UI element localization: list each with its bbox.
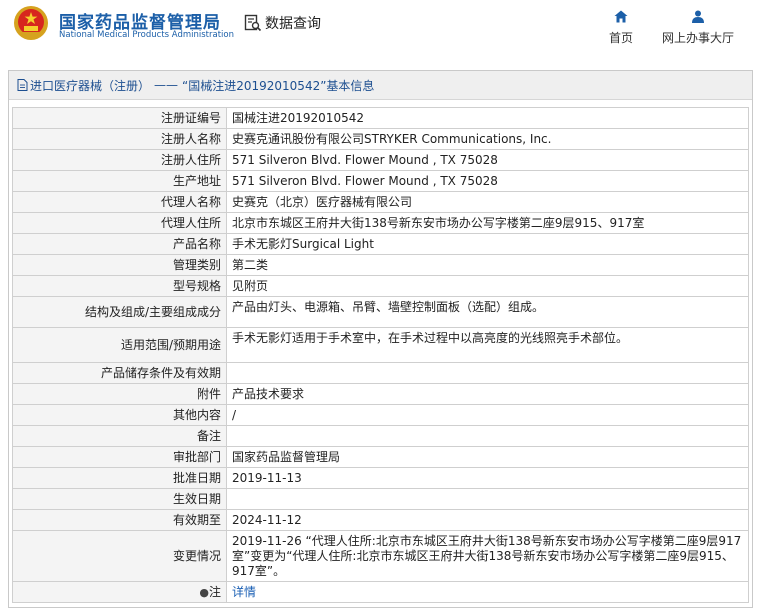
row-value: 国家药品监督管理局 bbox=[226, 446, 749, 468]
table-row: 代理人住所 北京市东城区王府井大街138号新东安市场办公写字楼第二座9层915、9… bbox=[12, 212, 749, 234]
row-value: 产品技术要求 bbox=[226, 383, 749, 405]
table-row: 代理人名称 史赛克（北京）医疗器械有限公司 bbox=[12, 191, 749, 213]
user-icon bbox=[692, 10, 704, 23]
row-value: 史赛克（北京）医疗器械有限公司 bbox=[226, 191, 749, 213]
row-label: 管理类别 bbox=[12, 254, 227, 276]
panel-title-category: 进口医疗器械（注册） bbox=[30, 78, 151, 93]
row-label: 注册人住所 bbox=[12, 149, 227, 171]
row-value: 2024-11-12 bbox=[226, 509, 749, 531]
row-value bbox=[226, 488, 749, 510]
note-value-cell: 详情 bbox=[226, 581, 749, 603]
table-row: 生产地址 571 Silveron Blvd. Flower Mound , TX… bbox=[12, 170, 749, 192]
table-row: 注册证编号 国械注进20192010542 bbox=[12, 107, 749, 129]
nav-online-hall[interactable]: 网上办事大厅 bbox=[656, 8, 740, 46]
row-value: 史赛克通讯股份有限公司STRYKER Communications, Inc. bbox=[226, 128, 749, 150]
table-row: 管理类别 第二类 bbox=[12, 254, 749, 276]
table-row: 型号规格 见附页 bbox=[12, 275, 749, 297]
row-label: 变更情况 bbox=[12, 530, 227, 582]
panel-title-separator: —— bbox=[154, 78, 179, 92]
row-label: 审批部门 bbox=[12, 446, 227, 468]
table-row: 审批部门 国家药品监督管理局 bbox=[12, 446, 749, 468]
site-name-en[interactable]: National Medical Products Administration bbox=[59, 30, 234, 40]
search-document-icon bbox=[244, 14, 262, 32]
row-value bbox=[226, 362, 749, 384]
row-value: 2019-11-26 “代理人住所:北京市东城区王府井大街138号新东安市场办公… bbox=[226, 530, 749, 582]
table-row: 批准日期 2019-11-13 bbox=[12, 467, 749, 489]
table-row: 变更情况 2019-11-26 “代理人住所:北京市东城区王府井大街138号新东安… bbox=[12, 530, 749, 582]
row-value: 571 Silveron Blvd. Flower Mound , TX 750… bbox=[226, 170, 749, 192]
table-row: ●注 详情 bbox=[12, 581, 749, 603]
site-header: 国家药品监督管理局 National Medical Products Admi… bbox=[0, 0, 761, 58]
table-row: 适用范围/预期用途 手术无影灯适用于手术室中，在手术过程中以高亮度的光线照亮手术部… bbox=[12, 327, 749, 363]
panel-title: 进口医疗器械（注册） —— “国械注进20192010542”基本信息 bbox=[9, 71, 752, 100]
table-row: 附件 产品技术要求 bbox=[12, 383, 749, 405]
row-label: 其他内容 bbox=[12, 404, 227, 426]
table-row: 产品名称 手术无影灯Surgical Light bbox=[12, 233, 749, 255]
row-value: 手术无影灯适用于手术室中，在手术过程中以高亮度的光线照亮手术部位。 bbox=[226, 327, 749, 363]
row-label: 备注 bbox=[12, 425, 227, 447]
row-label: 代理人住所 bbox=[12, 212, 227, 234]
basic-info-panel: 进口医疗器械（注册） —— “国械注进20192010542”基本信息 注册证编… bbox=[8, 70, 753, 608]
table-row: 备注 bbox=[12, 425, 749, 447]
row-value: 产品由灯头、电源箱、吊臂、墙壁控制面板（选配）组成。 bbox=[226, 296, 749, 328]
document-icon bbox=[17, 79, 28, 91]
row-label: 产品名称 bbox=[12, 233, 227, 255]
row-label: 有效期至 bbox=[12, 509, 227, 531]
nav-online-hall-label: 网上办事大厅 bbox=[661, 31, 734, 45]
row-value: 2019-11-13 bbox=[226, 467, 749, 489]
row-value: 北京市东城区王府井大街138号新东安市场办公写字楼第二座9层915、917室 bbox=[226, 212, 749, 234]
row-value: 手术无影灯Surgical Light bbox=[226, 233, 749, 255]
home-icon bbox=[614, 10, 628, 23]
table-row: 注册人住所 571 Silveron Blvd. Flower Mound , T… bbox=[12, 149, 749, 171]
table-row: 其他内容 / bbox=[12, 404, 749, 426]
row-label: 生效日期 bbox=[12, 488, 227, 510]
details-link[interactable]: 详情 bbox=[232, 585, 256, 599]
data-query-label: 数据查询 bbox=[265, 16, 321, 32]
row-label: 生产地址 bbox=[12, 170, 227, 192]
row-label: 型号规格 bbox=[12, 275, 227, 297]
row-label: 附件 bbox=[12, 383, 227, 405]
row-value: 571 Silveron Blvd. Flower Mound , TX 750… bbox=[226, 149, 749, 171]
note-label-cell: ●注 bbox=[12, 581, 227, 603]
table-row: 有效期至 2024-11-12 bbox=[12, 509, 749, 531]
table-row: 产品储存条件及有效期 bbox=[12, 362, 749, 384]
row-value: 第二类 bbox=[226, 254, 749, 276]
note-icon: ● bbox=[199, 585, 209, 599]
panel-title-record: “国械注进20192010542”基本信息 bbox=[182, 78, 375, 93]
row-label: 适用范围/预期用途 bbox=[12, 327, 227, 363]
info-table: 注册证编号 国械注进20192010542 注册人名称 史赛克通讯股份有限公司STR… bbox=[12, 107, 749, 603]
row-label: 代理人名称 bbox=[12, 191, 227, 213]
row-label: 批准日期 bbox=[12, 467, 227, 489]
table-row: 生效日期 bbox=[12, 488, 749, 510]
row-value: / bbox=[226, 404, 749, 426]
data-query-link[interactable]: 数据查询 bbox=[244, 13, 321, 33]
row-value bbox=[226, 425, 749, 447]
row-value: 国械注进20192010542 bbox=[226, 107, 749, 129]
row-label: 结构及组成/主要组成成分 bbox=[12, 296, 227, 328]
row-label: 注 bbox=[208, 584, 221, 599]
row-label: 注册证编号 bbox=[12, 107, 227, 129]
table-row: 结构及组成/主要组成成分 产品由灯头、电源箱、吊臂、墙壁控制面板（选配）组成。 bbox=[12, 296, 749, 328]
row-label: 注册人名称 bbox=[12, 128, 227, 150]
row-value: 见附页 bbox=[226, 275, 749, 297]
table-row: 注册人名称 史赛克通讯股份有限公司STRYKER Communications, … bbox=[12, 128, 749, 150]
nav-home-label: 首页 bbox=[608, 31, 633, 45]
national-emblem-icon bbox=[14, 6, 48, 40]
row-label: 产品储存条件及有效期 bbox=[12, 362, 227, 384]
nav-home[interactable]: 首页 bbox=[601, 8, 641, 46]
